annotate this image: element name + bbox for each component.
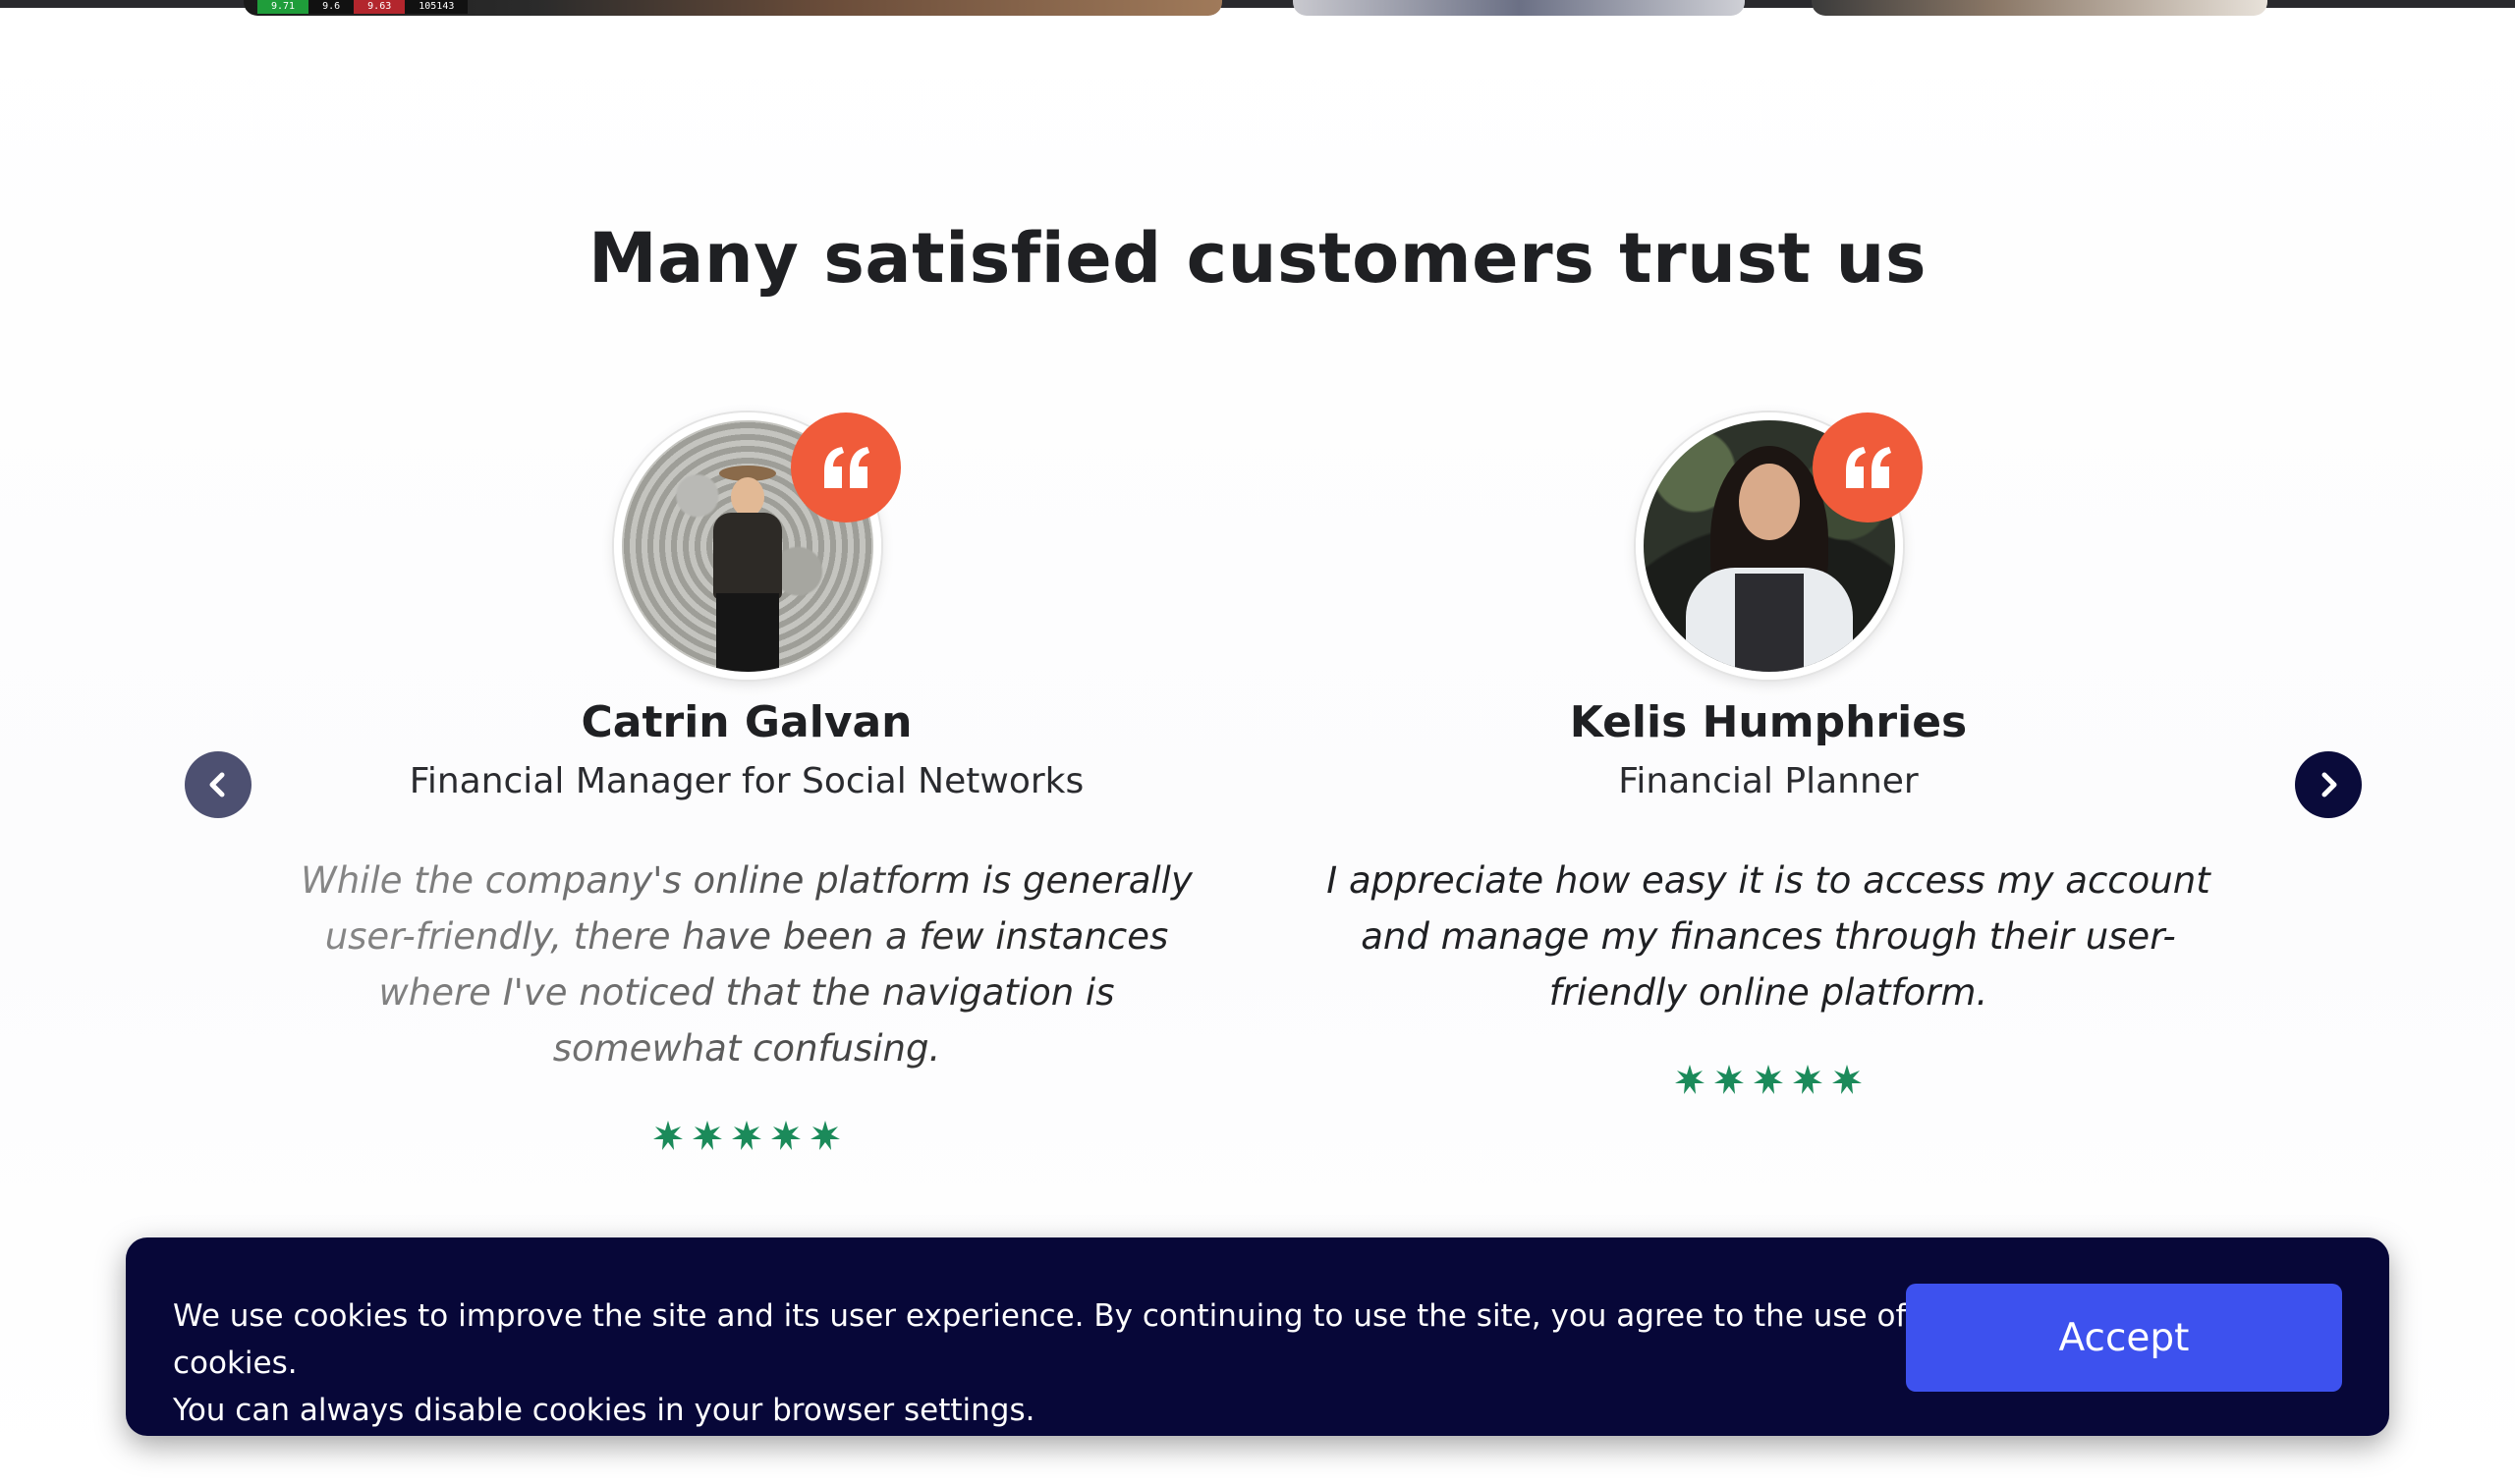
star-icon (1674, 1064, 1705, 1095)
star-icon (1753, 1064, 1784, 1095)
page: 9.71 9.6 9.63 105143 Many satisfied cust… (0, 0, 2515, 1484)
chevron-left-icon (209, 772, 225, 797)
cookie-message: We use cookies to improve the site and i… (173, 1292, 2000, 1434)
cookie-message-line: We use cookies to improve the site and i… (173, 1298, 1907, 1381)
ticker-value: 9.63 (354, 0, 406, 14)
testimonial-card: Catrin Galvan Financial Manager for Soci… (275, 412, 1218, 1151)
testimonial-quote: While the company's online platform is g… (285, 852, 1208, 1076)
star-icon (731, 1120, 762, 1151)
testimonial-role: Financial Planner (1618, 761, 1919, 801)
avatar-figure (1739, 464, 1800, 540)
testimonial-role: Financial Manager for Social Networks (409, 761, 1085, 801)
testimonial-name: Catrin Galvan (581, 697, 913, 747)
accept-cookies-button[interactable]: Accept (1906, 1284, 2342, 1392)
testimonial-quote: I appreciate how easy it is to access my… (1326, 859, 2210, 1014)
ticker-value: 9.6 (308, 0, 355, 14)
carousel-next-button[interactable] (2295, 751, 2362, 818)
avatar-wrap (1636, 412, 1923, 680)
top-card-image[interactable] (1293, 0, 1745, 16)
avatar-figure (716, 593, 779, 672)
star-icon (1831, 1064, 1863, 1095)
cookie-banner: We use cookies to improve the site and i… (126, 1237, 2389, 1436)
chevron-right-icon (2321, 772, 2337, 797)
rating-stars (275, 1120, 1218, 1151)
top-card-image[interactable] (1812, 0, 2267, 16)
avatar-figure (713, 513, 782, 599)
carousel-prev-button[interactable] (185, 751, 252, 818)
stock-ticker: 9.71 9.6 9.63 105143 (257, 0, 469, 14)
star-icon (1792, 1064, 1823, 1095)
ticker-value: 105143 (405, 0, 469, 14)
cookie-message-line: You can always disable cookies in your b… (173, 1393, 1035, 1428)
quote-icon (791, 412, 901, 522)
quote-icon (1813, 412, 1923, 522)
avatar-wrap (614, 412, 901, 680)
avatar-figure (731, 477, 764, 517)
section-heading: Many satisfied customers trust us (588, 218, 1927, 299)
star-icon (652, 1120, 684, 1151)
star-icon (770, 1120, 802, 1151)
rating-stars (1297, 1064, 2240, 1095)
star-icon (810, 1120, 841, 1151)
star-icon (692, 1120, 723, 1151)
testimonial-card: Kelis Humphries Financial Planner I appr… (1297, 412, 2240, 1095)
star-icon (1713, 1064, 1745, 1095)
avatar-figure (1735, 574, 1804, 672)
ticker-value: 9.71 (257, 0, 309, 14)
testimonial-name: Kelis Humphries (1569, 697, 1968, 747)
